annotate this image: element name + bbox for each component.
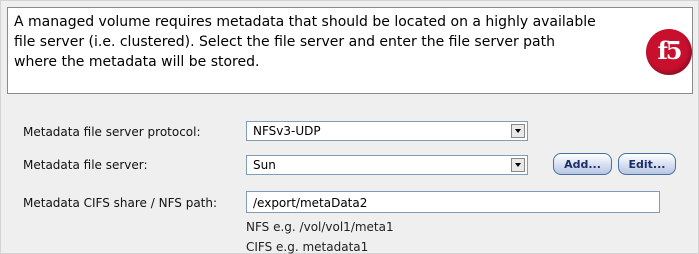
cifs-example-hint: CIFS e.g. metadata1: [246, 240, 369, 254]
description-text: A managed volume requires metadata that …: [14, 12, 614, 72]
edit-button[interactable]: Edit...: [618, 153, 676, 175]
protocol-select[interactable]: NFSv3-UDP: [246, 121, 528, 141]
description-line: A managed volume requires metadata that …: [14, 14, 596, 30]
f5-logo: f5: [646, 29, 692, 75]
description-line: where the metadata will be stored.: [14, 54, 260, 70]
protocol-selected-value: NFSv3-UDP: [253, 124, 321, 138]
path-input[interactable]: [246, 191, 660, 213]
server-select[interactable]: Sun: [246, 155, 528, 175]
add-button[interactable]: Add...: [553, 153, 612, 175]
dialog-panel: A managed volume requires metadata that …: [0, 0, 699, 254]
description-box: A managed volume requires metadata that …: [7, 7, 693, 94]
path-label: Metadata CIFS share / NFS path:: [23, 196, 218, 210]
f5-logo-text: f5: [657, 36, 682, 65]
server-label: Metadata file server:: [23, 158, 148, 172]
description-line: file server (i.e. clustered). Select the…: [14, 34, 556, 50]
server-selected-value: Sun: [253, 158, 276, 172]
nfs-example-hint: NFS e.g. /vol/vol1/meta1: [246, 220, 394, 234]
protocol-label: Metadata file server protocol:: [23, 125, 201, 139]
chevron-down-icon[interactable]: [511, 124, 525, 138]
chevron-down-icon[interactable]: [511, 158, 525, 172]
